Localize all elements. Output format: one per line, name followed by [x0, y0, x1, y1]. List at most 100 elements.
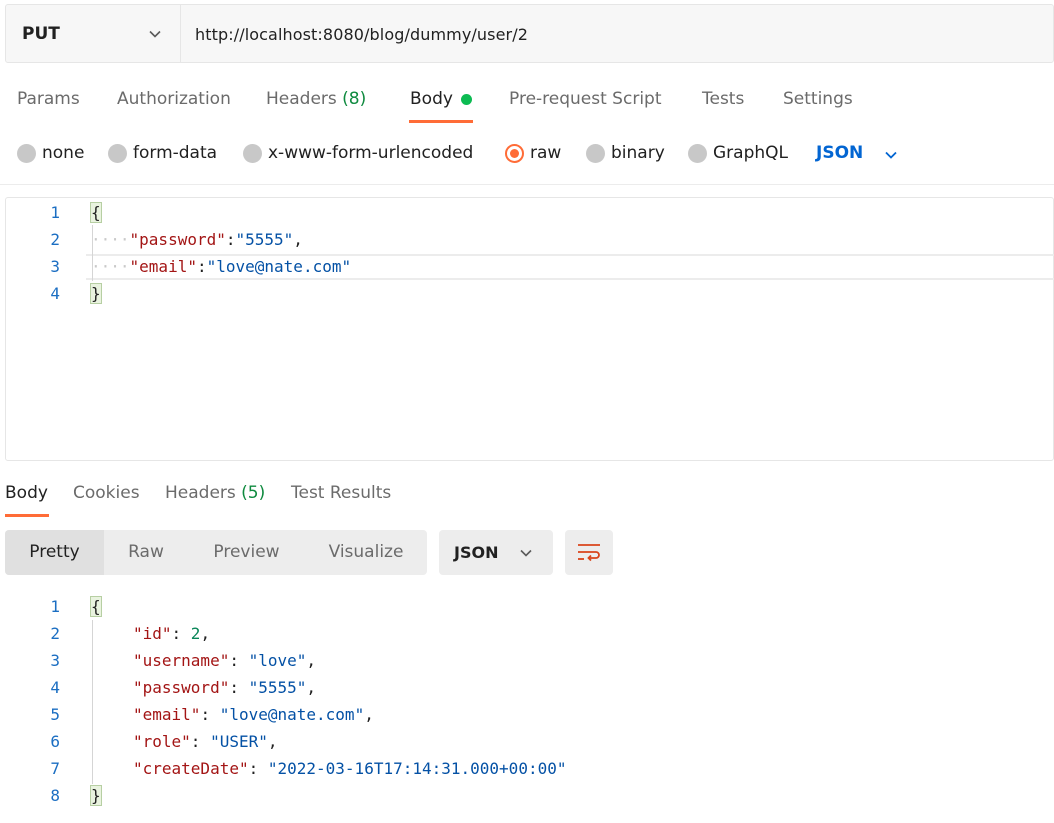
- indent-guide: [92, 620, 93, 784]
- view-pretty-button[interactable]: Pretty: [5, 530, 104, 575]
- code-line: {: [90, 596, 102, 617]
- open-brace: {: [90, 596, 102, 617]
- tab-pre-request-script[interactable]: Pre-request Script: [509, 89, 662, 109]
- method-select[interactable]: PUT: [6, 5, 181, 62]
- json-comma: ,: [267, 732, 278, 751]
- tab-headers-label: Headers: [266, 89, 337, 109]
- code-line: "password": "5555",: [133, 678, 316, 697]
- line-number: 4: [50, 284, 60, 303]
- json-comma: ,: [306, 678, 317, 697]
- json-comma: ,: [293, 230, 303, 249]
- divider: [0, 184, 1054, 185]
- line-number: 3: [50, 257, 60, 276]
- response-tab-headers-label: Headers: [165, 483, 236, 503]
- line-number: 7: [50, 759, 60, 778]
- open-brace: {: [90, 202, 102, 223]
- view-mode-group: Pretty Raw Preview Visualize: [5, 530, 427, 575]
- json-key: "email": [129, 257, 197, 276]
- response-format-label: JSON: [454, 543, 499, 562]
- radio-x-www-form-urlencoded[interactable]: [243, 144, 262, 163]
- response-tab-headers[interactable]: Headers (5): [165, 483, 265, 503]
- chevron-down-icon: [149, 30, 161, 38]
- response-tab-body-underline: [5, 514, 49, 517]
- json-value: "2022-03-16T17:14:31.000+00:00": [267, 759, 567, 778]
- radio-raw-label: raw: [530, 143, 562, 163]
- radio-form-data[interactable]: [108, 144, 127, 163]
- line-number: 6: [50, 732, 60, 751]
- json-key: "role": [133, 732, 191, 751]
- radio-graphql[interactable]: [688, 144, 707, 163]
- code-line: ····"password":"5555",: [91, 230, 303, 249]
- json-comma: ,: [200, 624, 211, 643]
- tab-body-underline: [409, 120, 473, 123]
- code-line: "email": "love@nate.com",: [133, 705, 374, 724]
- json-colon: :: [248, 759, 268, 778]
- indent-dots: ····: [91, 257, 130, 276]
- radio-form-data-label: form-data: [133, 143, 218, 163]
- chevron-down-icon[interactable]: [884, 148, 898, 162]
- json-comma: ,: [306, 651, 317, 670]
- code-line: }: [90, 785, 102, 806]
- code-line: {: [90, 202, 102, 223]
- response-tab-cookies[interactable]: Cookies: [73, 483, 140, 503]
- radio-raw[interactable]: [505, 144, 524, 163]
- view-preview-button[interactable]: Preview: [188, 530, 305, 575]
- url-input[interactable]: http://localhost:8080/blog/dummy/user/2: [195, 25, 528, 44]
- json-key: "username": [133, 651, 230, 670]
- json-colon: :: [229, 651, 249, 670]
- json-value: 2: [190, 624, 201, 643]
- line-number: 8: [50, 786, 60, 805]
- line-number: 2: [50, 624, 60, 643]
- json-value: "love": [248, 651, 307, 670]
- chevron-down-icon: [520, 549, 532, 557]
- close-brace: }: [90, 283, 102, 304]
- json-key: "id": [133, 624, 172, 643]
- response-tab-headers-count: (5): [241, 483, 266, 503]
- body-language-select[interactable]: JSON: [816, 143, 863, 163]
- line-number: 2: [50, 230, 60, 249]
- json-value: "5555": [248, 678, 307, 697]
- json-colon: :: [171, 624, 191, 643]
- json-key: "password": [133, 678, 230, 697]
- tab-authorization[interactable]: Authorization: [117, 89, 231, 109]
- radio-binary-label: binary: [611, 143, 665, 163]
- json-comma: ,: [364, 705, 374, 724]
- close-brace: }: [90, 785, 102, 806]
- json-value: "love@nate.com": [219, 705, 365, 724]
- response-format-select[interactable]: JSON: [439, 530, 553, 575]
- json-key: "createDate": [133, 759, 249, 778]
- code-line: }: [90, 283, 102, 304]
- code-line: "role": "USER",: [133, 732, 278, 751]
- json-colon: :: [229, 678, 249, 697]
- wrap-text-icon: [578, 544, 600, 562]
- view-visualize-button[interactable]: Visualize: [305, 530, 427, 575]
- response-tab-test-results[interactable]: Test Results: [291, 483, 391, 503]
- code-line: ····"email":"love@nate.com": [91, 257, 351, 276]
- code-line: "createDate": "2022-03-16T17:14:31.000+0…: [133, 759, 566, 778]
- code-line: "username": "love",: [133, 651, 316, 670]
- line-number: 1: [50, 203, 60, 222]
- json-colon: :: [190, 732, 211, 751]
- radio-x-www-form-urlencoded-label: x-www-form-urlencoded: [268, 143, 474, 163]
- response-tab-body[interactable]: Body: [5, 483, 48, 503]
- tab-params[interactable]: Params: [17, 89, 80, 109]
- radio-binary[interactable]: [586, 144, 605, 163]
- radio-none-label: none: [42, 143, 85, 163]
- radio-none[interactable]: [17, 144, 36, 163]
- radio-graphql-label: GraphQL: [713, 143, 788, 163]
- tab-headers[interactable]: Headers (8): [266, 89, 366, 109]
- wrap-lines-button[interactable]: [565, 530, 613, 575]
- view-raw-button[interactable]: Raw: [104, 530, 188, 575]
- body-active-dot-icon: [461, 94, 472, 105]
- json-colon: :: [196, 257, 207, 276]
- json-key: "password": [129, 230, 226, 249]
- tab-settings[interactable]: Settings: [783, 89, 853, 109]
- line-number: 5: [50, 705, 60, 724]
- json-value: "USER": [210, 732, 268, 751]
- tab-body[interactable]: Body: [410, 89, 453, 109]
- json-value: "love@nate.com": [206, 257, 352, 276]
- line-number: 4: [50, 678, 60, 697]
- json-colon: :: [225, 230, 236, 249]
- tab-tests[interactable]: Tests: [702, 89, 744, 109]
- json-value: "5555": [235, 230, 294, 249]
